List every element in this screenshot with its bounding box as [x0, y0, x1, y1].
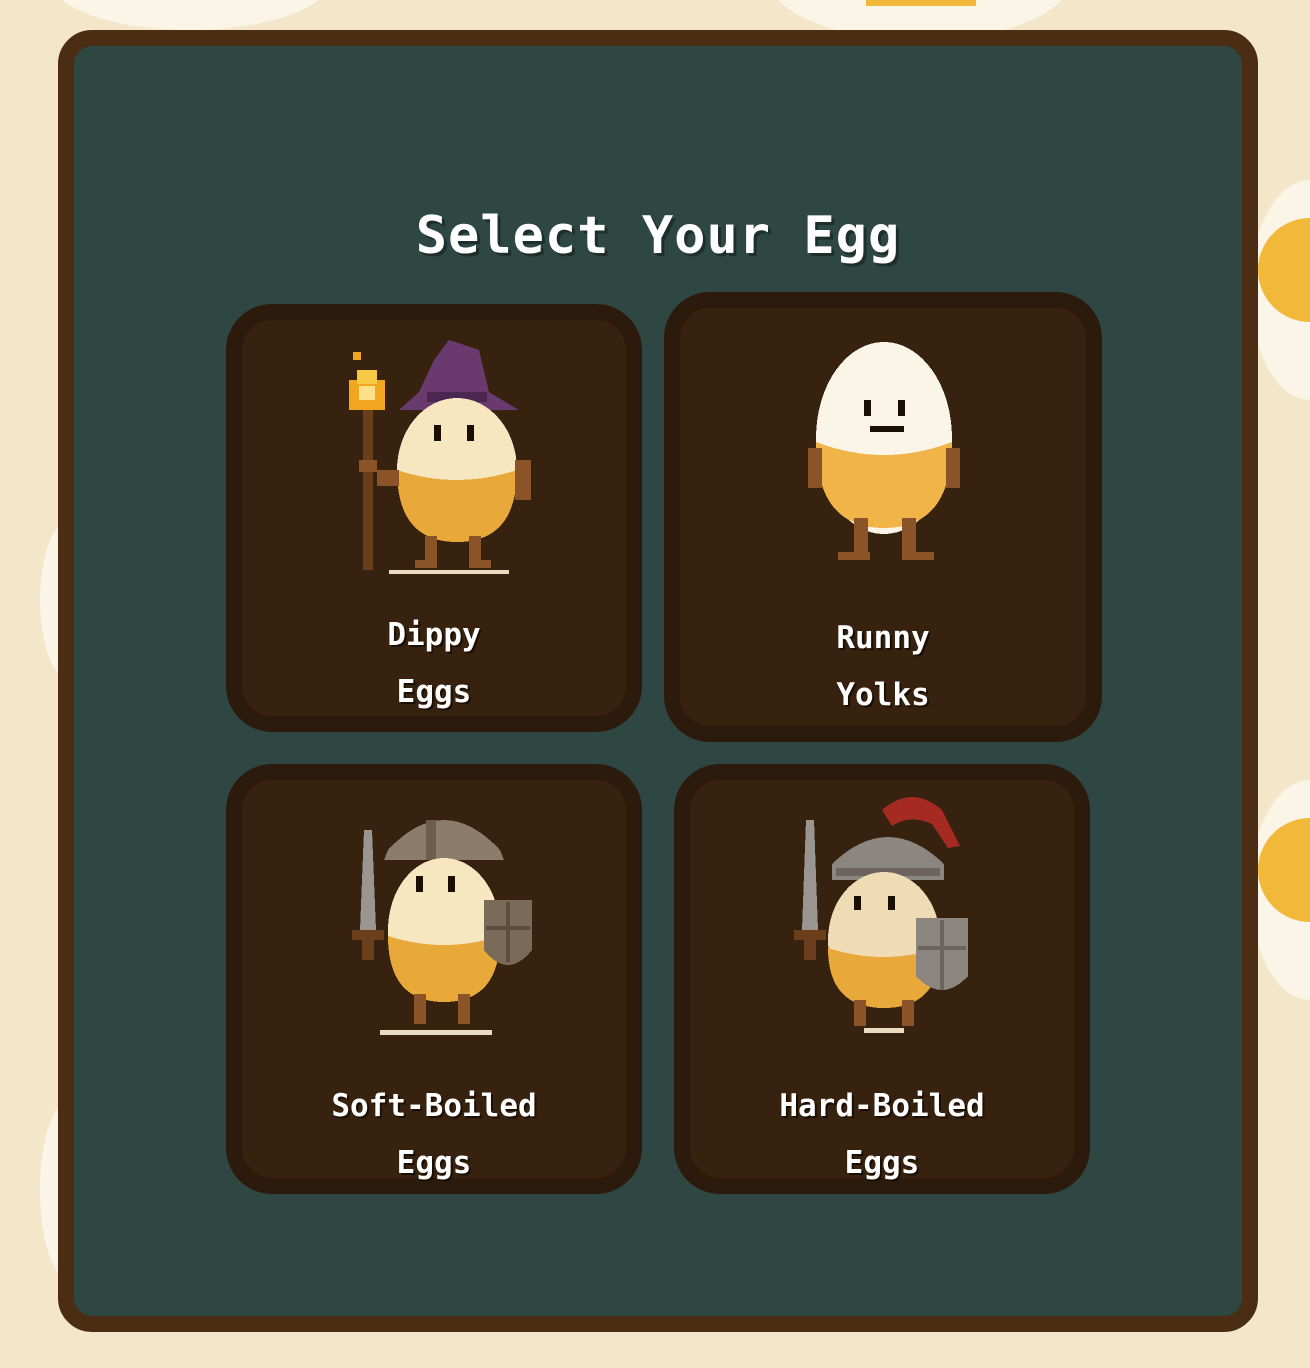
egg-name-line1: Runny	[836, 620, 930, 656]
egg-name-line2: Eggs	[396, 674, 472, 710]
egg-name-line1: Soft-Boiled	[331, 1088, 537, 1124]
warrior-egg-icon	[352, 820, 532, 1035]
egg-card-label: Runny Yolks	[680, 610, 1086, 724]
egg-card-runny[interactable]: Runny Yolks	[664, 292, 1102, 742]
egg-card-dippy[interactable]: Dippy Eggs	[226, 304, 642, 732]
egg-name-line2: Yolks	[836, 677, 930, 713]
wizard-egg-icon	[349, 340, 531, 574]
egg-name-line2: Eggs	[844, 1145, 920, 1181]
knight-egg-icon	[794, 797, 968, 1033]
egg-name-line2: Eggs	[396, 1145, 472, 1181]
egg-name-line1: Dippy	[387, 617, 481, 653]
egg-name-line1: Hard-Boiled	[779, 1088, 985, 1124]
egg-card-soft-boiled[interactable]: Soft-Boiled Eggs	[226, 764, 642, 1194]
plain-egg-icon	[808, 342, 960, 560]
egg-card-hard-boiled[interactable]: Hard-Boiled Eggs	[674, 764, 1090, 1194]
egg-card-label: Hard-Boiled Eggs	[690, 1078, 1074, 1192]
egg-select-panel: Select Your Egg Dippy Eggs Runny Yolks S…	[58, 30, 1258, 1332]
page-title: Select Your Egg	[415, 206, 901, 266]
egg-card-label: Dippy Eggs	[242, 607, 626, 721]
egg-card-label: Soft-Boiled Eggs	[242, 1078, 626, 1192]
